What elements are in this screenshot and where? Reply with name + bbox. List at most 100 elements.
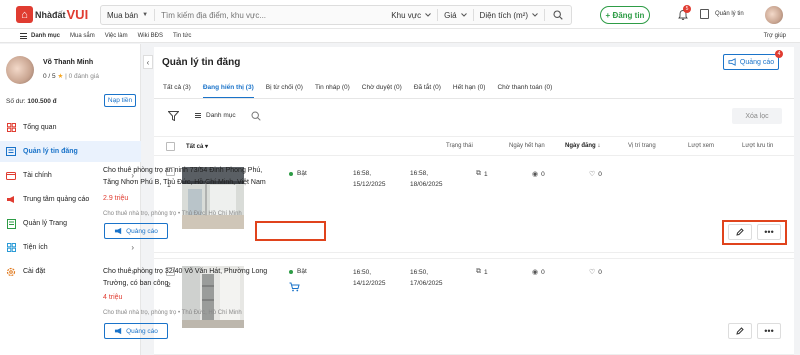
expire-date: 16:50, 14/12/2025 [353, 269, 386, 287]
search-icon[interactable] [553, 10, 563, 20]
search-bar: Mua bán ▼ Khu vực Giá Diện tích (m²) [100, 5, 572, 25]
posted-date: 16:50, 17/06/2025 [410, 269, 443, 287]
gear-icon [6, 267, 16, 277]
category-menu[interactable]: Danh mục [20, 32, 60, 39]
tab-rejected[interactable]: Bị từ chối (0) [266, 84, 303, 98]
chevron-down-icon [460, 13, 467, 17]
grid-icon [6, 123, 16, 133]
hamburger-icon [20, 32, 27, 39]
chevron-down-icon [425, 13, 431, 17]
more-options-button[interactable]: ••• [757, 224, 781, 240]
document-icon [700, 9, 709, 19]
tab-pending[interactable]: Chờ duyệt (0) [362, 84, 402, 98]
megaphone-icon [115, 327, 122, 335]
star-icon: ★ [57, 73, 64, 80]
tab-drafts[interactable]: Tin nháp (0) [315, 84, 350, 98]
more-icon: ••• [764, 227, 774, 237]
listing-price: 4 triệu [103, 294, 123, 301]
expire-date: 16:58, 15/12/2025 [353, 170, 386, 188]
status-tabs: Tất cả (3) Đang hiển thị (3) Bị từ chối … [163, 84, 564, 98]
pages-icon: ⧉ [476, 170, 481, 177]
tab-showing[interactable]: Đang hiển thị (3) [202, 84, 254, 98]
header-views: Lượt xem [688, 143, 714, 149]
balance: Số dư: 100.500 đ [6, 98, 57, 105]
sidebar-item-utilities[interactable]: Tiện ích › [0, 237, 141, 258]
collapse-sidebar-button[interactable]: ‹ [143, 55, 153, 69]
wallet-icon [6, 171, 16, 181]
sidebar-item-listings[interactable]: Quản lý tin đăng [0, 141, 141, 162]
notification-badge: 5 [683, 5, 691, 13]
more-options-button[interactable]: ••• [757, 323, 781, 339]
select-all-checkbox[interactable] [166, 142, 175, 151]
header-position: Vị trí trang [628, 143, 656, 149]
top-navbar: ⌂ Nhàđất VUI Mua bán ▼ Khu vực Giá Diện … [0, 0, 800, 29]
table-header: Tất cả ▾ Trạng thái Ngày hết hạn Ngày đă… [154, 136, 794, 156]
site-logo[interactable]: ⌂ Nhàđất VUI [16, 6, 88, 23]
listing-title[interactable]: Cho thuê phòng trọ an ninh 73/54 Đinh Ph… [103, 165, 278, 189]
save-count: ♡ 0 [589, 170, 602, 179]
page-title: Quản lý tin đăng [162, 57, 241, 68]
listing-title[interactable]: Cho thuê phòng trọ 32/40 Võ Văn Hát, Phư… [103, 266, 278, 290]
sidebar-item-overview[interactable]: Tổng quan [0, 117, 141, 138]
view-count: ◉ 0 [532, 170, 545, 179]
listing-price: 2.9 triệu [103, 195, 129, 202]
profile-avatar [6, 56, 34, 84]
page-position: ⧉ 1 [476, 268, 488, 276]
menu-lines-icon [195, 113, 201, 118]
area-filter[interactable]: Khu vực [385, 6, 437, 24]
header-expire[interactable]: Ngày hết hạn [509, 143, 545, 149]
header-status: Trạng thái [446, 143, 473, 149]
apps-icon [6, 243, 16, 253]
heart-icon: ♡ [589, 269, 596, 276]
chevron-down-icon [532, 13, 538, 17]
view-count: ◉ 0 [532, 268, 545, 277]
header-all[interactable]: Tất cả ▾ [186, 143, 208, 150]
header-posted[interactable]: Ngày đăng ↓ [565, 143, 600, 149]
listing-meta: Cho thuê nhà trọ, phòng trọ • Thủ Đức, H… [103, 211, 242, 217]
filter-row: Danh mục Xóa lọc [154, 106, 794, 126]
tab-all[interactable]: Tất cả (3) [163, 84, 191, 98]
pencil-icon [736, 327, 744, 335]
topup-button[interactable]: Nạp tiền [104, 94, 136, 107]
profile-rating: 0 / 5 ★ | 0 đánh giá [43, 73, 99, 80]
row-advertise-button[interactable]: Quảng cáo [104, 323, 168, 339]
eye-icon: ◉ [532, 171, 539, 178]
search-icon[interactable] [251, 111, 261, 121]
price-filter[interactable]: Giá [438, 6, 472, 24]
nav-link-wiki[interactable]: Wiki BĐS [138, 33, 163, 39]
search-input[interactable] [155, 6, 386, 24]
megaphone-icon [728, 58, 736, 66]
heart-icon: ♡ [589, 171, 596, 178]
listing-meta: Cho thuê nhà trọ, phòng trọ • Thủ Đức, H… [103, 310, 242, 316]
category-filter[interactable]: Danh mục [195, 112, 236, 119]
megaphone-icon [6, 195, 16, 205]
nav-link-jobs[interactable]: Việc làm [105, 33, 128, 39]
edit-button[interactable] [728, 323, 752, 339]
clear-filter-button[interactable]: Xóa lọc [732, 108, 782, 124]
tab-awaiting-payment[interactable]: Chờ thanh toán (0) [497, 84, 552, 98]
manage-listings-link[interactable]: Quản lý tin [700, 9, 744, 19]
profile-name: Võ Thanh Minh [43, 59, 94, 66]
post-listing-button[interactable]: + Đăng tin [600, 6, 650, 24]
pencil-icon [736, 228, 744, 236]
chevron-right-icon: › [131, 243, 134, 252]
status-badge: Bật [289, 170, 307, 177]
save-count: ♡ 0 [589, 268, 602, 277]
cart-icon[interactable] [289, 282, 300, 292]
tab-expired[interactable]: Hết hạn (0) [453, 84, 486, 98]
search-type-select[interactable]: Mua bán ▼ [101, 6, 154, 24]
user-avatar[interactable] [765, 6, 783, 24]
edit-button[interactable] [728, 224, 752, 240]
page-position: ⧉ 1 [476, 170, 488, 178]
row-advertise-button[interactable]: Quảng cáo [104, 223, 168, 239]
more-icon: ••• [764, 326, 774, 336]
help-link[interactable]: Trợ giúp [764, 33, 786, 39]
tab-disabled[interactable]: Đã tắt (0) [414, 84, 441, 98]
posted-date: 16:58, 18/06/2025 [410, 170, 443, 188]
nav-link-shopping[interactable]: Mua sắm [70, 33, 95, 39]
nav-link-news[interactable]: Tin tức [173, 33, 191, 39]
size-filter[interactable]: Diện tích (m²) [474, 6, 544, 24]
eye-icon: ◉ [532, 269, 539, 276]
filter-icon[interactable] [168, 111, 179, 121]
advertise-button[interactable]: Quảng cáo [723, 54, 779, 70]
